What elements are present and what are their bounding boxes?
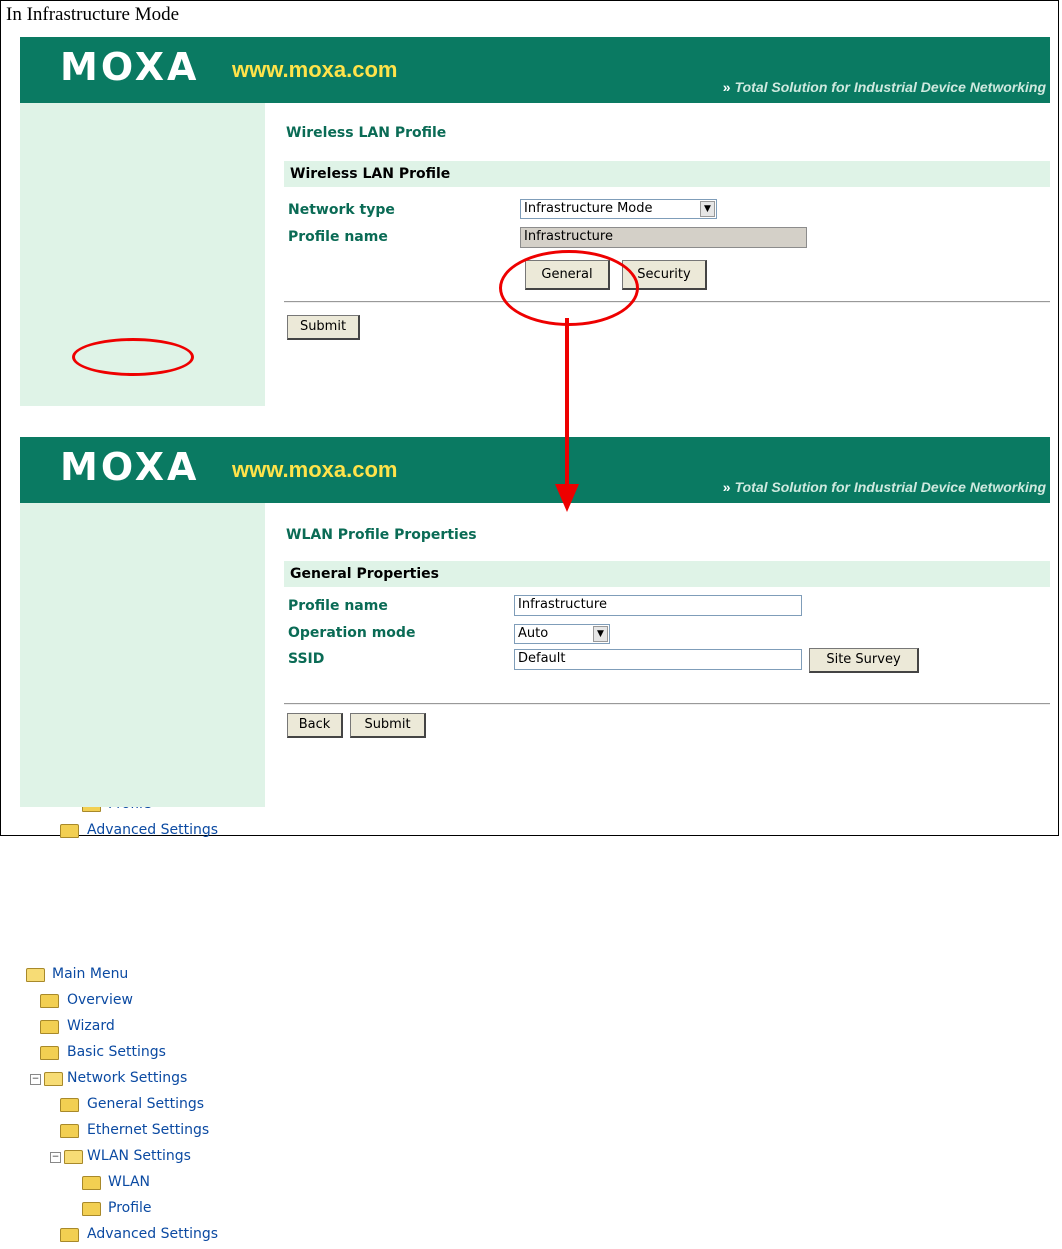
tagline-text: Total Solution for Industrial Device Net… [734,479,1046,495]
website-link[interactable]: www.moxa.com [232,457,397,483]
submit-button[interactable]: Submit [350,713,426,738]
collapse-icon[interactable]: − [30,1074,41,1085]
moxa-banner: MOXA www.moxa.com » Total Solution for In… [20,37,1050,103]
folder-open-icon [26,968,45,982]
network-type-select[interactable]: Infrastructure Mode ▼ [520,199,717,219]
collapse-icon[interactable]: − [50,1152,61,1163]
page-title: WLAN Profile Properties [286,527,477,543]
screenshot-profile-properties: MOXA www.moxa.com » Total Solution for In… [20,437,1050,1242]
moxa-banner: MOXA www.moxa.com » Total Solution for In… [20,437,1050,503]
select-value: Auto [518,626,549,641]
sidebar-item-network-settings[interactable]: − Network Settings [20,1067,265,1093]
folder-icon [82,1202,101,1216]
profile-name-label: Profile name [288,229,388,245]
folder-icon [40,994,59,1008]
network-type-label: Network type [288,202,395,218]
back-button[interactable]: Back [287,713,343,738]
sidebar-label: Network Settings [67,1070,188,1086]
folder-open-icon [64,1150,83,1164]
sidebar-item-wizard[interactable]: Wizard [20,1015,265,1041]
sidebar-menu: Main Menu Overview Wizard Basic Settings… [20,103,265,838]
divider [284,703,1050,705]
sidebar-label: Basic Settings [67,1044,166,1060]
sidebar-label: WLAN Settings [87,1148,191,1164]
tagline-text: Total Solution for Industrial Device Net… [734,79,1046,95]
content-area: WLAN Profile Properties General Properti… [284,503,1050,807]
sidebar-label: Profile [108,1200,152,1216]
sidebar-label: WLAN [108,1174,151,1190]
dropdown-arrow-icon: ▼ [593,626,608,642]
section-header: Wireless LAN Profile [284,161,1050,187]
operation-mode-select[interactable]: Auto ▼ [514,624,610,644]
sidebar-menu: Main Menu Overview Wizard Basic Settings… [20,503,265,1242]
sidebar-item-main-menu[interactable]: Main Menu [20,963,265,989]
chevron-icon: » [722,479,731,495]
profile-name-label: Profile name [288,598,388,614]
sidebar-label: Overview [67,992,133,1008]
moxa-logo: MOXA [60,445,200,489]
sidebar-label: Main Menu [52,966,129,982]
select-value: Infrastructure Mode [524,201,653,216]
content-area: Wireless LAN Profile Wireless LAN Profil… [284,103,1050,406]
sidebar-item-advanced-settings[interactable]: Advanced Settings [20,1223,265,1249]
folder-icon [40,1046,59,1060]
dropdown-arrow-icon: ▼ [700,201,715,217]
sidebar-label: General Settings [87,1096,205,1112]
section-header: General Properties [284,561,1050,587]
moxa-logo: MOXA [60,45,200,89]
page-title: Wireless LAN Profile [286,125,447,141]
sidebar-item-wlan-settings[interactable]: − WLAN Settings [20,1145,265,1171]
sidebar-item-basic-settings[interactable]: Basic Settings [20,1041,265,1067]
folder-open-icon [44,1072,63,1086]
folder-icon [60,1098,79,1112]
sidebar-item-general-settings[interactable]: General Settings [20,1093,265,1119]
general-button[interactable]: General [525,260,610,290]
menu-tree: Main Menu Overview Wizard Basic Settings… [20,957,265,1249]
website-link[interactable]: www.moxa.com [232,57,397,83]
profile-name-field[interactable]: Infrastructure [520,227,807,248]
figure-caption: In Infrastructure Mode [6,4,180,25]
sidebar-item-wlan[interactable]: WLAN [20,1171,265,1197]
sidebar-label: Ethernet Settings [87,1122,210,1138]
sidebar-item-profile[interactable]: Profile [20,1197,265,1223]
red-arrow-icon [555,318,579,512]
submit-button[interactable]: Submit [287,315,360,340]
operation-mode-label: Operation mode [288,625,416,641]
folder-icon [82,1176,101,1190]
section-title: General Properties [290,566,439,582]
chevron-icon: » [722,79,731,95]
sidebar-item-ethernet-settings[interactable]: Ethernet Settings [20,1119,265,1145]
security-button[interactable]: Security [622,260,707,290]
sidebar-label: Wizard [67,1018,115,1034]
banner-tagline: » Total Solution for Industrial Device Ne… [723,79,1046,95]
screenshot-profile-list: MOXA www.moxa.com » Total Solution for In… [20,37,1050,838]
folder-icon [60,1228,79,1242]
section-title: Wireless LAN Profile [290,166,451,182]
sidebar-label: Advanced Settings [87,1226,219,1242]
ssid-input[interactable]: Default [514,649,802,670]
folder-icon [60,1124,79,1138]
profile-name-input[interactable]: Infrastructure [514,595,802,616]
ssid-label: SSID [288,651,325,667]
site-survey-button[interactable]: Site Survey [809,648,919,673]
banner-tagline: » Total Solution for Industrial Device Ne… [723,479,1046,495]
sidebar-item-overview[interactable]: Overview [20,989,265,1015]
folder-icon [40,1020,59,1034]
divider [284,301,1050,303]
